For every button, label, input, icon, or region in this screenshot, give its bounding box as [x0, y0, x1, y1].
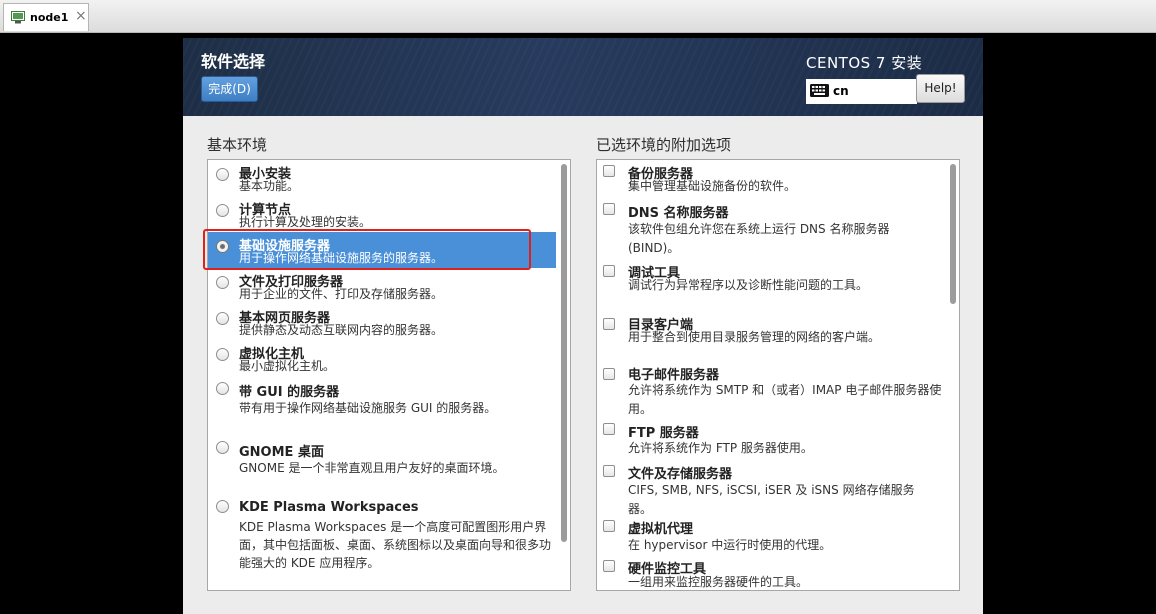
checkbox[interactable]: [603, 520, 615, 532]
radio-button[interactable]: [216, 276, 229, 289]
environment-item-gnome-desktop[interactable]: GNOME 桌面 GNOME 是一个非常直观且用户友好的桌面环境。: [208, 437, 556, 495]
environment-list: 最小安装 基本功能。 计算节点 执行计算及处理的安装。 基础设施服务器 用于操作…: [207, 159, 571, 591]
checkbox[interactable]: [603, 318, 615, 330]
addon-item-backup-server[interactable]: 备份服务器 集中管理基础设施备份的软件。: [597, 160, 945, 198]
vm-icon: [11, 11, 25, 24]
radio-button[interactable]: [216, 168, 229, 181]
installer-header: 软件选择 完成(D) CENTOS 7 安装 cn Help!: [183, 38, 983, 116]
radio-button[interactable]: [216, 500, 229, 513]
radio-button[interactable]: [216, 382, 229, 395]
addon-item-ftp-server[interactable]: FTP 服务器 允许将系统作为 FTP 服务器使用。: [597, 416, 945, 460]
addon-list: 备份服务器 集中管理基础设施备份的软件。 DNS 名称服务器 该软件包组允许您在…: [596, 159, 960, 591]
addon-item-dns-server[interactable]: DNS 名称服务器 该软件包组允许您在系统上运行 DNS 名称服务器(BIND)…: [597, 198, 945, 258]
header-texture: [183, 38, 983, 116]
environment-item-kde-plasma[interactable]: KDE Plasma Workspaces KDE Plasma Workspa…: [208, 496, 556, 590]
addon-scrollbar[interactable]: [949, 162, 957, 588]
addon-item-email-server[interactable]: 电子邮件服务器 允许将系统作为 SMTP 和（或者）IMAP 电子邮件服务器使用…: [597, 360, 945, 416]
host-tab-node1[interactable]: node1 ×: [3, 3, 89, 31]
environment-item-file-print-server[interactable]: 文件及打印服务器 用于企业的文件、打印及存储服务器。: [208, 268, 556, 304]
keyboard-layout-label: cn: [833, 84, 849, 98]
checkbox[interactable]: [603, 465, 615, 477]
host-tab-bar: node1 ×: [0, 0, 1156, 33]
environment-item-virtualization-host[interactable]: 虚拟化主机 最小虚拟化主机。: [208, 340, 556, 378]
radio-button[interactable]: [216, 348, 229, 361]
addon-item-hardware-monitoring[interactable]: 硬件监控工具 一组用来监控服务器硬件的工具。: [597, 556, 945, 590]
addon-item-debugging-tools[interactable]: 调试工具 调试行为异常程序以及诊断性能问题的工具。: [597, 258, 945, 310]
addon-item-directory-client[interactable]: 目录客户端 用于整合到使用目录服务管理的网络的客户端。: [597, 310, 945, 360]
addons-heading: 已选环境的附加选项: [596, 136, 732, 154]
checkbox[interactable]: [603, 423, 615, 435]
environment-scrollbar[interactable]: [560, 162, 568, 588]
radio-button[interactable]: [216, 441, 229, 454]
checkbox[interactable]: [603, 203, 615, 215]
scroll-thumb[interactable]: [950, 164, 956, 304]
environment-item-infrastructure-server[interactable]: 基础设施服务器 用于操作网络基础设施服务的服务器。: [208, 232, 556, 268]
environment-item-basic-web-server[interactable]: 基本网页服务器 提供静态及动态互联网内容的服务器。: [208, 304, 556, 340]
radio-button-selected[interactable]: [216, 240, 229, 253]
environment-item-server-with-gui[interactable]: 带 GUI 的服务器 带有用于操作网络基础设施服务 GUI 的服务器。: [208, 378, 556, 438]
radio-button[interactable]: [216, 312, 229, 325]
installer-window: 软件选择 完成(D) CENTOS 7 安装 cn Help! 基本环境 已选环…: [183, 38, 983, 614]
radio-button[interactable]: [216, 204, 229, 217]
environment-item-compute-node[interactable]: 计算节点 执行计算及处理的安装。: [208, 196, 556, 232]
host-tab-title: node1: [30, 11, 69, 24]
keyboard-layout-indicator[interactable]: cn: [806, 79, 917, 104]
close-icon[interactable]: ×: [75, 8, 87, 24]
product-title: CENTOS 7 安装: [806, 54, 923, 72]
scroll-thumb[interactable]: [561, 164, 567, 542]
environments-heading: 基本环境: [207, 136, 268, 154]
help-button[interactable]: Help!: [916, 74, 965, 103]
checkbox[interactable]: [603, 165, 615, 177]
addon-item-file-storage-server[interactable]: 文件及存储服务器 CIFS, SMB, NFS, iSCSI, iSER 及 i…: [597, 460, 945, 516]
addon-item-guest-agents[interactable]: 虚拟机代理 在 hypervisor 中运行时使用的代理。: [597, 516, 945, 556]
checkbox[interactable]: [603, 265, 615, 277]
checkbox[interactable]: [603, 368, 615, 380]
environment-item-minimal[interactable]: 最小安装 基本功能。: [208, 160, 556, 196]
checkbox[interactable]: [603, 560, 615, 572]
done-button[interactable]: 完成(D): [201, 76, 258, 102]
keyboard-icon: [810, 84, 829, 97]
page-title: 软件选择: [201, 52, 266, 71]
